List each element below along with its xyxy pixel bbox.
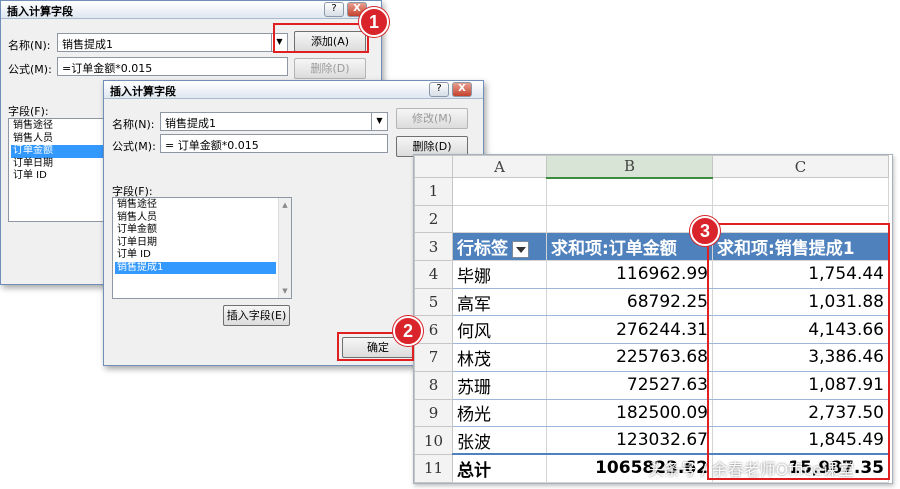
chevron-down-icon[interactable]: ▼ xyxy=(371,113,387,130)
step-badge-3: 3 xyxy=(690,216,720,246)
column-header-a[interactable]: A xyxy=(452,155,547,178)
cell[interactable] xyxy=(712,177,889,206)
row-labels-header[interactable]: 行标签 xyxy=(452,232,547,262)
highlight-commission-column xyxy=(707,223,890,480)
row-label-cell[interactable]: 张波 xyxy=(452,426,547,455)
row-label-cell[interactable]: 苏珊 xyxy=(452,370,547,400)
step-badge-2: 2 xyxy=(393,316,423,346)
highlight-add-button xyxy=(273,23,369,53)
insert-field-button[interactable]: 插入字段(E) xyxy=(223,305,290,326)
list-item[interactable]: 销售途径 xyxy=(11,120,105,133)
amount-cell[interactable]: 225763.68 xyxy=(546,343,713,372)
formula-field-value: = 订单金额*0.015 xyxy=(165,139,259,152)
list-item[interactable]: 订单日期 xyxy=(115,237,289,250)
row-number[interactable]: 11 xyxy=(414,453,453,483)
name-field[interactable]: 销售提成1 ▼ xyxy=(57,33,288,52)
name-field[interactable]: 销售提成1 ▼ xyxy=(160,112,388,131)
filter-dropdown-icon[interactable] xyxy=(512,240,529,258)
list-item[interactable]: 销售人员 xyxy=(11,133,105,146)
row-number[interactable]: 10 xyxy=(414,426,453,455)
name-field-value: 销售提成1 xyxy=(62,38,113,51)
list-item[interactable]: 销售人员 xyxy=(115,212,289,225)
step-badge-1: 1 xyxy=(359,7,389,37)
scroll-up-icon[interactable]: ▲ xyxy=(279,199,291,211)
select-all-corner[interactable] xyxy=(414,155,453,178)
row-label-cell[interactable]: 杨光 xyxy=(452,398,547,428)
name-label: 名称(N): xyxy=(8,39,51,52)
row-label-cell[interactable]: 毕娜 xyxy=(452,260,547,289)
modify-button[interactable]: 修改(M) xyxy=(396,108,468,129)
cell[interactable] xyxy=(452,204,547,234)
fields-label: 字段(F): xyxy=(8,105,49,118)
table-row: 1 xyxy=(414,177,889,206)
row-number[interactable]: 3 xyxy=(414,232,453,262)
close-icon[interactable]: X xyxy=(452,82,472,97)
column-header-c[interactable]: C xyxy=(712,155,889,178)
grand-total-label[interactable]: 总计 xyxy=(452,453,547,483)
amount-cell[interactable]: 72527.63 xyxy=(546,370,713,400)
name-label: 名称(N): xyxy=(112,118,155,131)
formula-label: 公式(M): xyxy=(112,140,156,153)
row-number[interactable]: 2 xyxy=(414,204,453,234)
dialog-front-title: 插入计算字段 xyxy=(104,81,483,99)
amount-cell[interactable]: 68792.25 xyxy=(546,287,713,317)
row-number[interactable]: 4 xyxy=(414,260,453,289)
row-number[interactable]: 8 xyxy=(414,370,453,400)
row-number[interactable]: 5 xyxy=(414,287,453,317)
amount-cell[interactable]: 116962.99 xyxy=(546,260,713,289)
scroll-down-icon[interactable]: ▼ xyxy=(279,285,291,297)
list-item[interactable]: 订单金额 xyxy=(115,224,289,237)
amount-cell[interactable]: 276244.31 xyxy=(546,315,713,345)
row-label-cell[interactable]: 何风 xyxy=(452,315,547,345)
amount-cell[interactable]: 123032.67 xyxy=(546,426,713,455)
list-item[interactable]: 销售途径 xyxy=(115,199,289,212)
list-item-selected[interactable]: 销售提成1 xyxy=(115,261,276,274)
list-item[interactable]: 订单日期 xyxy=(11,158,105,171)
cell[interactable] xyxy=(452,177,547,206)
column-header-b[interactable]: B xyxy=(546,155,713,179)
row-number[interactable]: 7 xyxy=(414,343,453,372)
name-field-value: 销售提成1 xyxy=(165,117,216,130)
amount-cell[interactable]: 182500.09 xyxy=(546,398,713,428)
list-item[interactable]: 订单 ID xyxy=(11,170,105,183)
list-item[interactable]: 订单 ID xyxy=(115,249,289,262)
formula-field[interactable]: =订单金额*0.015 xyxy=(57,57,288,76)
fields-list-scrollbar[interactable]: ▲ ▼ xyxy=(278,198,291,298)
cell[interactable] xyxy=(546,204,713,234)
fields-list[interactable]: 销售途径 销售人员 订单金额 订单日期 订单 ID 销售提成1 ▲ ▼ xyxy=(112,197,292,299)
fields-list[interactable]: 销售途径 销售人员 订单金额 订单日期 订单 ID xyxy=(8,118,108,222)
watermark: 头条号 / 余春老师Office课堂 xyxy=(648,460,855,479)
row-number[interactable]: 1 xyxy=(414,177,453,206)
formula-field[interactable]: = 订单金额*0.015 xyxy=(160,134,388,153)
help-icon[interactable]: ? xyxy=(324,2,344,17)
column-header-row: A B C xyxy=(414,155,889,179)
row-label-cell[interactable]: 高军 xyxy=(452,287,547,317)
delete-button[interactable]: 删除(D) xyxy=(294,58,366,79)
formula-field-value: =订单金额*0.015 xyxy=(62,62,153,75)
row-number[interactable]: 9 xyxy=(414,398,453,428)
cell[interactable] xyxy=(546,177,713,206)
sum-amount-header[interactable]: 求和项:订单金额 xyxy=(546,232,713,262)
help-icon[interactable]: ? xyxy=(429,82,449,97)
row-label-cell[interactable]: 林茂 xyxy=(452,343,547,372)
list-item-selected[interactable]: 订单金额 xyxy=(11,145,105,158)
formula-label: 公式(M): xyxy=(8,63,52,76)
row-labels-text: 行标签 xyxy=(457,239,508,260)
